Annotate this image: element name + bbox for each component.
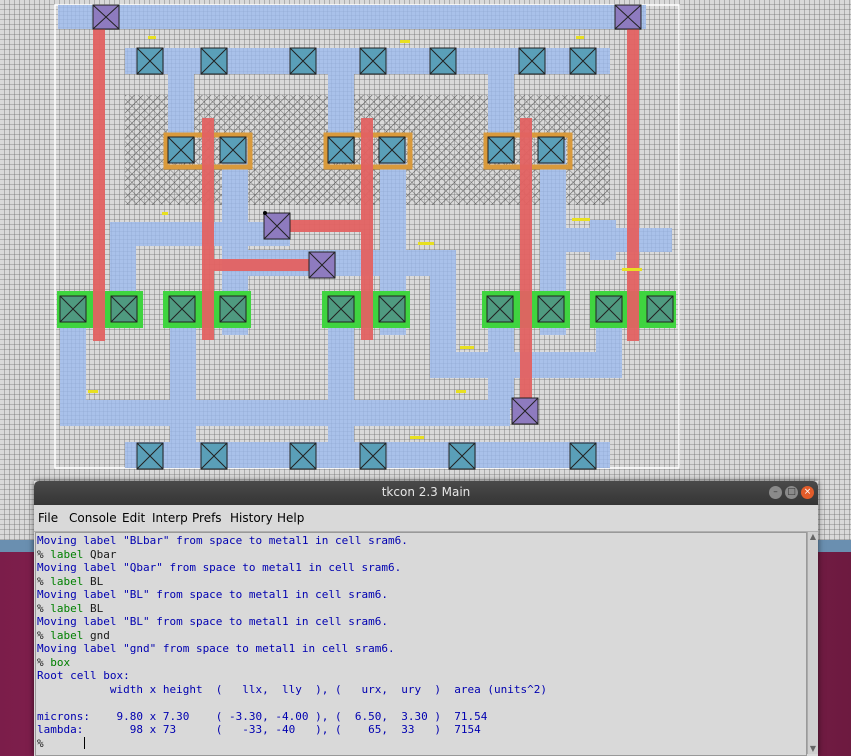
text-cursor bbox=[84, 737, 85, 749]
scroll-up-arrow-icon[interactable]: ▲ bbox=[808, 532, 818, 542]
console-command-line: % box bbox=[37, 655, 71, 669]
minimize-button[interactable]: – bbox=[769, 486, 782, 499]
console-scrollbar[interactable]: ▲ ▼ bbox=[807, 532, 818, 754]
menu-interp[interactable]: Interp bbox=[152, 511, 188, 525]
cursor-point bbox=[263, 211, 267, 215]
tkcon-window[interactable]: tkcon 2.3 Main – □ × File Console Edit I… bbox=[34, 481, 818, 756]
console-text-area[interactable]: Moving label "BLbar" from space to metal… bbox=[35, 532, 807, 756]
console-output-line: Moving label "BLbar" from space to metal… bbox=[37, 534, 408, 547]
console-output-line: Moving label "BL" from space to metal1 i… bbox=[37, 615, 388, 628]
console-command-line: % label Qbar bbox=[37, 547, 117, 561]
menu-help[interactable]: Help bbox=[277, 511, 304, 525]
menu-bar: File Console Edit Interp Prefs History H… bbox=[34, 505, 818, 532]
maximize-button[interactable]: □ bbox=[785, 486, 798, 499]
menu-file[interactable]: File bbox=[38, 511, 58, 525]
console-output-line: Moving label "Qbar" from space to metal1… bbox=[37, 561, 402, 574]
close-button[interactable]: × bbox=[801, 486, 814, 499]
console-output-line: Moving label "BL" from space to metal1 i… bbox=[37, 588, 388, 601]
menu-edit[interactable]: Edit bbox=[122, 511, 145, 525]
menu-history[interactable]: History bbox=[230, 511, 273, 525]
console-input-line[interactable]: % bbox=[37, 737, 50, 751]
console-command-line: % label BL bbox=[37, 574, 104, 588]
console-output-line: microns: 9.80 x 7.30 ( -3.30, -4.00 ), (… bbox=[37, 709, 488, 723]
background-window-edge-right bbox=[818, 540, 851, 552]
scroll-down-arrow-icon[interactable]: ▼ bbox=[808, 744, 818, 754]
window-titlebar[interactable]: tkcon 2.3 Main – □ × bbox=[34, 481, 818, 505]
layout-canvas[interactable] bbox=[0, 0, 851, 540]
console-output-line: Moving label "gnd" from space to metal1 … bbox=[37, 642, 395, 655]
background-window-edge-left bbox=[0, 540, 34, 552]
menu-console[interactable]: Console bbox=[69, 511, 117, 525]
console-output-line: lambda: 98 x 73 ( -33, -40 ), ( 65, 33 )… bbox=[37, 723, 481, 736]
window-title: tkcon 2.3 Main bbox=[381, 485, 471, 499]
console-command-line: % label BL bbox=[37, 601, 104, 615]
console-output-line: Root cell box: bbox=[37, 669, 130, 682]
console-output-line: width x height ( llx, lly ), ( urx, ury … bbox=[37, 682, 547, 696]
console-command-line: % label gnd bbox=[37, 628, 110, 642]
menu-prefs[interactable]: Prefs bbox=[192, 511, 222, 525]
